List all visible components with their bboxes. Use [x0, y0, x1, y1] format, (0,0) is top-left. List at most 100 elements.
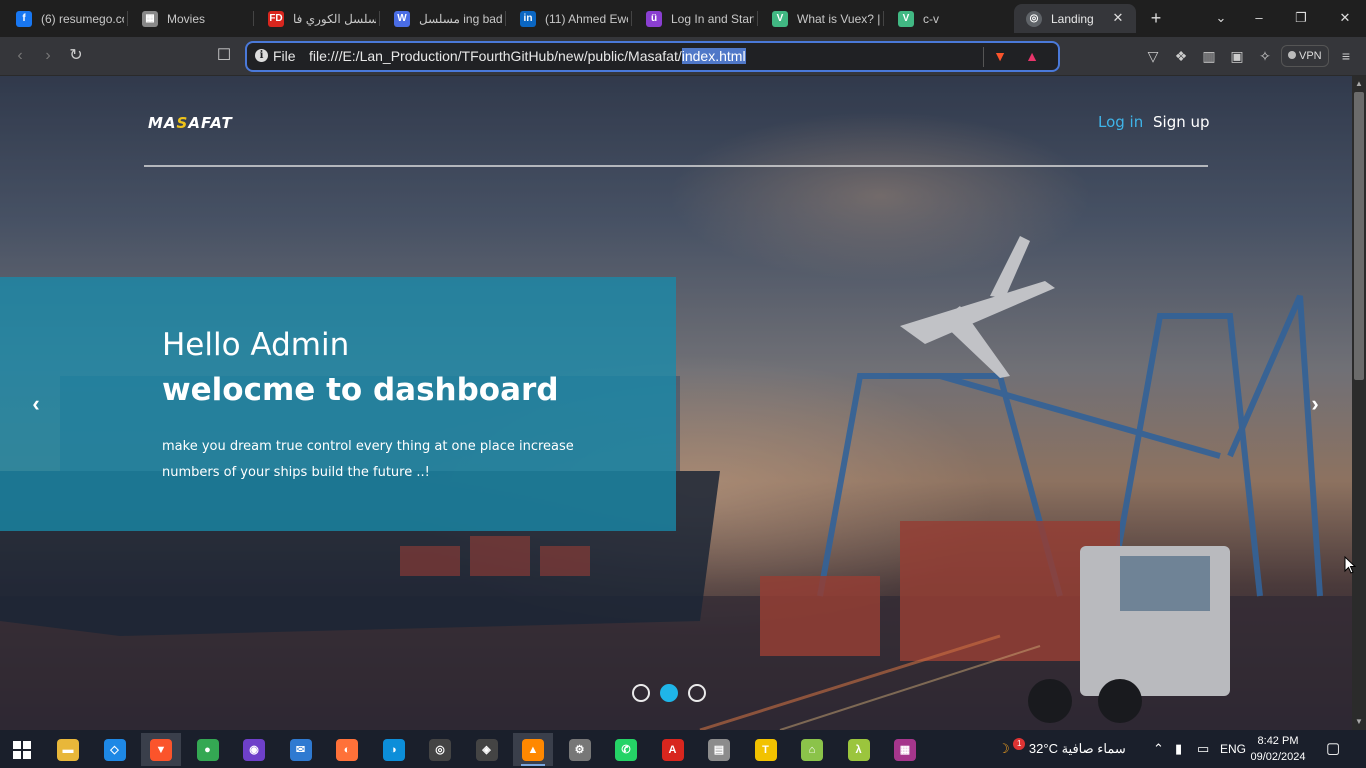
taskbar-app-t-app[interactable]: T [746, 733, 786, 766]
carousel-next-icon[interactable]: › [1303, 390, 1327, 418]
browser-tab[interactable]: Vc-v [886, 4, 1006, 33]
tab-separator [505, 11, 506, 26]
taskbar-app-file-explorer[interactable]: ▬ [48, 733, 88, 766]
taskbar-app-brave[interactable]: ▼ [141, 733, 181, 766]
tab-title: Landing [1051, 11, 1094, 26]
info-icon[interactable]: i [255, 49, 268, 62]
weather-temp: 32°C [1028, 741, 1058, 756]
url-text[interactable]: file:///E:/Lan_Production/TFourthGitHub/… [309, 48, 746, 64]
taskbar-app-github-desktop[interactable]: ◉ [234, 733, 274, 766]
tray-overflow-icon[interactable]: ⌃ [1153, 730, 1164, 768]
tab-search-icon[interactable]: ⌄ [1211, 8, 1231, 28]
taskbar-app-android-app[interactable]: ⌂ [792, 733, 832, 766]
login-link[interactable]: Log in [1098, 113, 1143, 131]
chrome-icon: ● [196, 738, 219, 761]
carousel-indicator[interactable] [688, 684, 706, 702]
taskbar-app-chrome[interactable]: ● [188, 733, 228, 766]
menu-icon[interactable]: ≡ [1337, 47, 1355, 65]
hero-subtitle: welocme to dashboard [162, 372, 559, 408]
taskbar-app-lambda-app[interactable]: λ [839, 733, 879, 766]
close-tab-icon[interactable]: ✕ [1110, 10, 1126, 26]
url-scheme: File [273, 48, 296, 64]
taskbar-app-winrar[interactable]: ▦ [885, 733, 925, 766]
taskbar-app-vscode[interactable]: ◇ [95, 733, 135, 766]
carousel-indicator[interactable] [632, 684, 650, 702]
taskbar-app-edge[interactable]: ◑ [374, 733, 414, 766]
taskbar-app-obs[interactable]: ◎ [420, 733, 460, 766]
scroll-down-icon[interactable]: ▼ [1354, 717, 1364, 727]
browser-tab[interactable]: ü Log In and Start [634, 4, 754, 33]
wallet-icon[interactable]: ▣ [1228, 47, 1246, 65]
winrar-icon: ▦ [894, 738, 916, 761]
vue-icon: V [772, 10, 788, 27]
taskbar-app-gpu-tool[interactable]: ⚙ [560, 733, 600, 766]
brand-logo[interactable]: MASAFAT [148, 114, 233, 132]
leo-ai-icon[interactable]: ✧ [1256, 47, 1274, 65]
taskbar-app-acrobat[interactable]: A [653, 733, 693, 766]
header-divider [144, 165, 1208, 167]
clock-date: 09/02/2024 [1250, 751, 1306, 763]
bookmark-icon[interactable]: ☐ [214, 46, 234, 66]
network-icon[interactable]: ▭ [1197, 730, 1209, 768]
mouse-cursor-icon [1344, 556, 1356, 574]
brave-icon: ▼ [150, 738, 172, 761]
vpn-shield-icon[interactable]: ▽ [1144, 47, 1162, 65]
weather-desc: سماء صافية [1061, 741, 1126, 756]
reload-button[interactable]: ↻ [66, 46, 86, 66]
sidebar-icon[interactable]: ▥ [1200, 47, 1218, 65]
vue-icon: V [898, 10, 914, 27]
page-scrollbar[interactable]: ▲ ▼ [1352, 76, 1366, 730]
forward-button[interactable]: › [38, 46, 58, 66]
facebook-icon: f [16, 10, 32, 27]
globe-icon: ◎ [1026, 10, 1042, 27]
system-clock[interactable]: 8:42 PM 09/02/2024 [1248, 733, 1308, 765]
taskbar-app-resolve[interactable]: ◈ [467, 733, 507, 766]
carousel-caption: Hello Admin welocme to dashboard make yo… [0, 277, 676, 531]
tab-title: What is Vuex? | [797, 11, 880, 26]
taskbar-app-whatsapp[interactable]: ✆ [606, 733, 646, 766]
notifications-icon[interactable]: ▢ [1326, 730, 1340, 768]
minimize-icon[interactable]: – [1249, 8, 1269, 28]
restore-icon[interactable]: ❐ [1291, 8, 1311, 28]
carousel-prev-icon[interactable]: ‹ [24, 390, 48, 418]
browser-tab[interactable]: ▦ Movies [130, 4, 250, 33]
scroll-up-icon[interactable]: ▲ [1354, 79, 1364, 89]
brave-rewards-icon[interactable]: ▲ [1023, 47, 1041, 65]
browser-tab-active[interactable]: ◎ Landing ✕ [1014, 4, 1136, 33]
tab-separator [379, 11, 380, 26]
vpn-label: VPN [1299, 50, 1322, 62]
linkedin-icon: in [520, 10, 536, 27]
taskbar-app-folder-app[interactable]: ▤ [699, 733, 739, 766]
folder-app-icon: ▤ [708, 738, 730, 761]
taskbar-app-firefox[interactable]: ◐ [327, 733, 367, 766]
scrollbar-thumb[interactable] [1354, 92, 1364, 380]
edge-icon: ◑ [382, 738, 405, 761]
tab-separator [757, 11, 758, 26]
mail-icon: ✉ [289, 738, 312, 761]
vpn-button[interactable]: VPN [1281, 45, 1329, 67]
back-button[interactable]: ‹ [10, 46, 30, 66]
brave-shields-icon[interactable]: ▼ [991, 47, 1009, 65]
address-bar[interactable]: i File file:///E:/Lan_Production/TFourth… [245, 41, 1060, 72]
browser-tab[interactable]: W مسلسل ing bad [382, 4, 502, 33]
close-window-icon[interactable]: ✕ [1335, 8, 1355, 28]
t-app-icon: T [754, 738, 777, 761]
extensions-icon[interactable]: ❖ [1172, 47, 1190, 65]
browser-tab[interactable]: V What is Vuex? | [760, 4, 880, 33]
browser-tab[interactable]: in (11) Ahmed Ewe [508, 4, 628, 33]
new-tab-button[interactable]: + [1146, 8, 1166, 28]
weather-widget[interactable]: ☽ 1 32°C سماء صافية [998, 730, 1126, 768]
vlc-icon: ▲ [522, 738, 544, 761]
input-language[interactable]: ENG [1220, 730, 1246, 768]
browser-tab[interactable]: FD مسلسل الكوري فا [256, 4, 376, 33]
taskbar-app-mail[interactable]: ✉ [281, 733, 321, 766]
browser-tab[interactable]: f (6) resumego.co [4, 4, 124, 33]
signup-link[interactable]: Sign up [1153, 113, 1210, 131]
brand-part: MA [148, 114, 177, 132]
mic-icon[interactable]: ▮ [1175, 730, 1182, 768]
taskbar-app-vlc[interactable]: ▲ [513, 733, 553, 766]
start-button[interactable] [2, 733, 42, 766]
brand-part: AFAT [188, 114, 233, 132]
carousel-indicator[interactable] [660, 684, 678, 702]
hero-greeting: Hello Admin [162, 327, 350, 363]
